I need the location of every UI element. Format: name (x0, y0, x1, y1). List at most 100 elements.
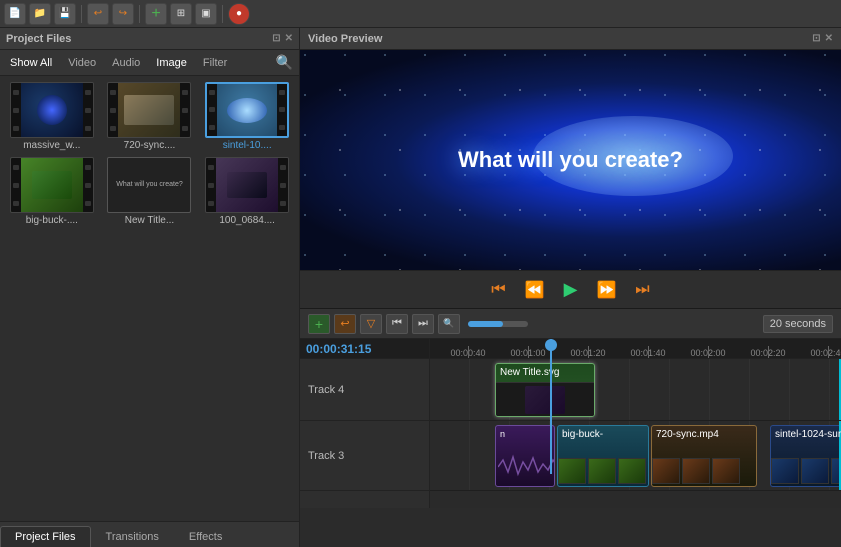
media-label: sintel-10.... (223, 140, 272, 151)
record-button[interactable]: ⊞ (170, 3, 192, 25)
skip-end-button[interactable]: ⏭ (412, 314, 434, 334)
stop-button[interactable]: ● (228, 3, 250, 25)
video-preview-header: Video Preview ⊡ ✕ (300, 28, 841, 50)
media-label: 100_0684.... (219, 215, 275, 226)
tab-effects[interactable]: Effects (174, 526, 237, 547)
track-labels: 00:00:31:15 Track 4 Track 3 (300, 339, 430, 508)
timeline-area: + ↩ ▽ ⏮ ⏭ 🔍 20 seconds 00:00:31:15 Track… (300, 308, 841, 508)
media-grid: massive_w... 720-sync.... sin (0, 76, 299, 521)
film-frame (652, 458, 680, 484)
tab-transitions[interactable]: Transitions (91, 526, 174, 547)
left-panel: Project Files ⊡ ✕ Show All Video Audio I… (0, 28, 300, 547)
media-label: big-buck-.... (26, 215, 78, 226)
film-frame (771, 458, 799, 484)
track3-label: Track 3 (300, 421, 429, 491)
pin-icon[interactable]: ✕ (285, 33, 293, 44)
track3-row: n big-buck- (430, 421, 841, 491)
media-thumb (10, 82, 94, 138)
timeline-menu-button[interactable]: ▽ (360, 314, 382, 334)
zoom-slider[interactable] (468, 321, 528, 327)
skip-back-button[interactable]: ⏮ (485, 276, 513, 304)
open-button[interactable]: 📁 (29, 3, 51, 25)
media-label: massive_w... (23, 140, 80, 151)
zoom-button[interactable]: 🔍 (438, 314, 460, 334)
clip-label: big-buck- (562, 429, 603, 440)
video-preview-title: Video Preview (308, 33, 382, 45)
svg-clip[interactable]: New Title.svg (495, 363, 595, 417)
timeline-tracks[interactable]: 00:00:40 00:01:00 00:01:20 00:01:40 00:0… (430, 339, 841, 508)
film-frame (588, 458, 616, 484)
playhead[interactable] (550, 339, 552, 474)
film-strip (558, 458, 648, 486)
right-panel: Video Preview ⊡ ✕ What will you create? … (300, 28, 841, 547)
remove-clip-button[interactable]: ↩ (334, 314, 356, 334)
undo-button[interactable]: ↩ (87, 3, 109, 25)
video-controls: ⏮ ⏪ ▶ ⏩ ⏭ (300, 270, 841, 308)
tab-filter[interactable]: Filter (199, 55, 231, 71)
list-item[interactable]: big-buck-.... (6, 157, 98, 226)
duration-label: 20 seconds (763, 315, 833, 333)
play-button[interactable]: ▶ (557, 276, 585, 304)
redo-button[interactable]: ↪ (112, 3, 134, 25)
clip-thumb (525, 386, 565, 414)
playhead-head (545, 339, 557, 351)
list-item[interactable]: 100_0684.... (201, 157, 293, 226)
tab-audio[interactable]: Audio (108, 55, 144, 71)
tab-project-files[interactable]: Project Files (0, 526, 91, 547)
list-item[interactable]: What will you create? New Title... (104, 157, 196, 226)
toolbar-sep-2 (139, 5, 140, 23)
film-strip (652, 458, 756, 486)
media-label: New Title... (125, 215, 174, 226)
rewind-button[interactable]: ⏪ (521, 276, 549, 304)
media-thumb (205, 82, 289, 138)
tab-show-all[interactable]: Show All (6, 55, 56, 71)
media-thumb (10, 157, 94, 213)
film-frame (712, 458, 740, 484)
new-button[interactable]: 📄 (4, 3, 26, 25)
waveform (498, 452, 555, 482)
tab-image[interactable]: Image (152, 55, 191, 71)
clip-label: 720-sync.mp4 (656, 429, 719, 440)
timeline-toolbar: + ↩ ▽ ⏮ ⏭ 🔍 20 seconds (300, 309, 841, 339)
timecode-display: 00:00:31:15 (300, 339, 429, 359)
film-strip (771, 458, 841, 486)
skip-forward-button[interactable]: ⏭ (629, 276, 657, 304)
add-clip-button[interactable]: + (308, 314, 330, 334)
toolbar: 📄 📁 💾 ↩ ↪ + ⊞ ▣ ● (0, 0, 841, 28)
timeline-content: 00:00:31:15 Track 4 Track 3 00:00:40 00:… (300, 339, 841, 508)
skip-start-button[interactable]: ⏮ (386, 314, 408, 334)
toolbar-sep-3 (222, 5, 223, 23)
preview-pin-icon[interactable]: ✕ (825, 33, 833, 44)
main-container: Project Files ⊡ ✕ Show All Video Audio I… (0, 28, 841, 547)
media-filter-tabs: Show All Video Audio Image Filter 🔍 (0, 50, 299, 76)
toolbar-sep-1 (81, 5, 82, 23)
preview-expand-icon[interactable]: ⊡ (812, 33, 820, 44)
media-thumb (205, 157, 289, 213)
project-files-header: Project Files ⊡ ✕ (0, 28, 299, 50)
audio-clip-small[interactable]: n (495, 425, 555, 487)
media-label: 720-sync.... (124, 140, 176, 151)
video-background: What will you create? (300, 50, 841, 270)
track4-label: Track 4 (300, 359, 429, 421)
filter-icon[interactable]: 🔍 (276, 54, 293, 71)
media-thumb: What will you create? (107, 157, 191, 213)
render-button[interactable]: ▣ (195, 3, 217, 25)
list-item[interactable]: massive_w... (6, 82, 98, 151)
project-files-title: Project Files (6, 33, 71, 45)
tab-video[interactable]: Video (64, 55, 100, 71)
timeline-ruler: 00:00:40 00:01:00 00:01:20 00:01:40 00:0… (430, 339, 841, 359)
bottom-tabs: Project Files Transitions Effects (0, 521, 299, 547)
sintel-clip[interactable]: sintel-1024-surround.mp4 (770, 425, 841, 487)
sync-clip[interactable]: 720-sync.mp4 (651, 425, 757, 487)
big-buck-clip[interactable]: big-buck- (557, 425, 649, 487)
float-icon[interactable]: ⊡ (272, 33, 280, 44)
track4-row: New Title.svg (430, 359, 841, 421)
video-overlay-text: What will you create? (458, 147, 683, 173)
clip-label: n (500, 429, 505, 439)
save-button[interactable]: 💾 (54, 3, 76, 25)
list-item[interactable]: 720-sync.... (104, 82, 196, 151)
fast-forward-button[interactable]: ⏩ (593, 276, 621, 304)
media-thumb (107, 82, 191, 138)
add-track-button[interactable]: + (145, 3, 167, 25)
list-item[interactable]: sintel-10.... (201, 82, 293, 151)
